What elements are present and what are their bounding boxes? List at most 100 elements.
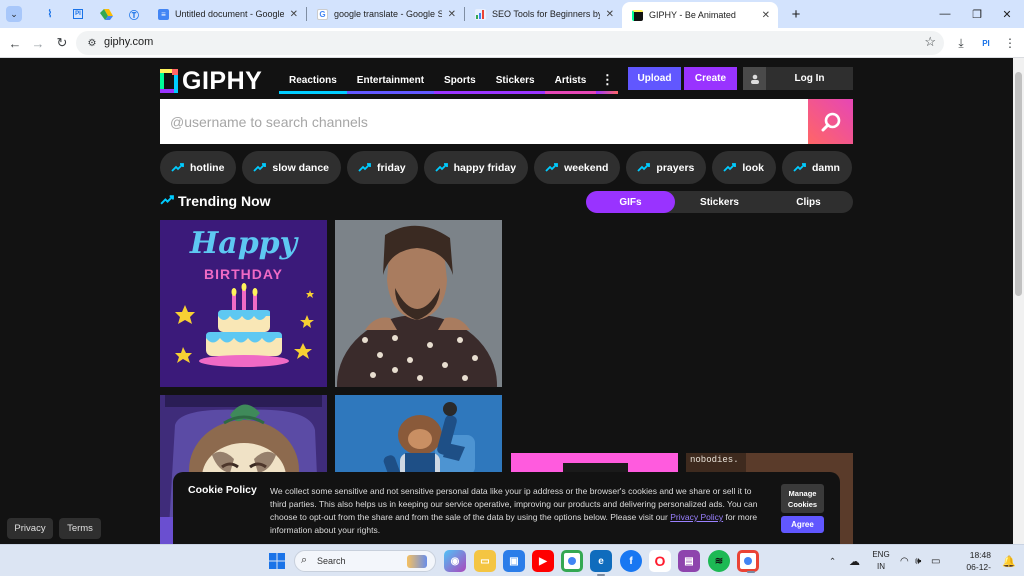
more-menu-icon[interactable]: ⋮ — [596, 69, 619, 94]
close-icon[interactable]: ✕ — [290, 9, 298, 20]
create-button[interactable]: Create — [684, 67, 737, 90]
close-window-icon[interactable]: ✕ — [990, 0, 1024, 28]
gif-caption-happy: Happy — [189, 226, 298, 261]
language-indicator[interactable]: ENG IN — [870, 549, 892, 573]
tag-chip[interactable]: prayers — [626, 151, 707, 184]
trending-arrow-icon — [545, 163, 558, 172]
cloud-icon[interactable]: ☁ — [849, 545, 860, 576]
forward-arrow-icon[interactable]: → — [27, 32, 49, 54]
store-icon[interactable]: ▣ — [503, 550, 525, 572]
tag-chip[interactable]: friday — [347, 151, 418, 184]
tag-chip[interactable]: damn — [781, 151, 852, 184]
trending-arrow-icon — [160, 192, 174, 210]
gif-caption-birthday: BIRTHDAY — [203, 266, 284, 282]
tray-chevron-icon[interactable]: ⌃ — [829, 545, 836, 576]
login-button[interactable]: Log In — [743, 67, 853, 90]
tag-chip[interactable]: hotline — [160, 151, 237, 184]
clock[interactable]: 18:48 06-12-2024 — [951, 549, 991, 576]
pinned-tab-icon[interactable]: PI — [64, 0, 92, 28]
reload-icon[interactable]: ↻ — [51, 32, 73, 54]
toggle-clips[interactable]: Clips — [764, 191, 853, 213]
privacy-policy-link[interactable]: Privacy Policy — [670, 512, 723, 522]
notification-bell-icon[interactable]: 🔔 — [1002, 545, 1016, 576]
agree-button[interactable]: Agree — [781, 516, 824, 533]
tag-chip[interactable]: slow dance — [242, 151, 342, 184]
tab-seo-tools[interactable]: SEO Tools for Beginners by Wix ✕ — [465, 0, 622, 28]
file-explorer-icon[interactable]: ▭ — [474, 550, 496, 572]
giphy-page: GIPHY Reactions Entertainment Sports Sti… — [0, 58, 1013, 544]
tab-docs[interactable]: ≡ Untitled document - Google Docs ✕ — [148, 0, 306, 28]
taskbar-search[interactable]: ⌕ Search — [294, 550, 436, 572]
restore-icon[interactable]: ❐ — [960, 0, 994, 28]
chrome-active-icon[interactable] — [737, 550, 759, 573]
terms-link[interactable]: Terms — [59, 518, 101, 539]
nav-artists[interactable]: Artists — [544, 69, 597, 94]
spotify-icon[interactable]: ≋ — [708, 550, 730, 572]
tab-google-search[interactable]: G google translate - Google Search ✕ — [307, 0, 464, 28]
tag-chip[interactable]: weekend — [534, 151, 621, 184]
main-nav: Reactions Entertainment Sports Stickers … — [279, 69, 619, 94]
user-icon — [743, 67, 766, 90]
pinned-tab-icon[interactable]: ⌇ — [36, 0, 64, 28]
close-icon[interactable]: ✕ — [448, 9, 456, 20]
trending-arrow-icon — [358, 163, 371, 172]
manage-cookies-button[interactable]: Manage Cookies — [781, 484, 824, 513]
page-scrollbar[interactable] — [1013, 58, 1024, 544]
site-info-icon[interactable]: ⚙ — [84, 35, 100, 51]
tab-giphy[interactable]: GIPHY - Be Animated ✕ — [622, 2, 778, 28]
chrome-icon[interactable] — [561, 550, 583, 572]
edge-icon[interactable]: e — [590, 550, 612, 576]
close-icon[interactable]: ✕ — [762, 10, 770, 21]
tag-chip[interactable]: happy friday — [423, 151, 529, 184]
gif-happy-birthday[interactable]: Happy BIRTHDAY — [160, 220, 327, 387]
windows-start-icon[interactable] — [265, 549, 289, 573]
wifi-icon[interactable]: ◠ — [900, 545, 909, 576]
scrollbar-thumb[interactable] — [1015, 72, 1022, 296]
trending-arrow-icon — [723, 163, 737, 172]
close-icon[interactable]: ✕ — [606, 9, 614, 20]
minimize-icon[interactable]: — — [928, 0, 962, 28]
upload-button[interactable]: Upload — [628, 67, 681, 90]
bookmark-star-icon[interactable]: ☆ — [924, 34, 936, 50]
facebook-icon[interactable]: f — [620, 550, 642, 572]
new-tab-button[interactable]: + — [784, 2, 808, 26]
giphy-logo-mark — [160, 69, 178, 93]
cookie-body: We collect some sensitive and not sensit… — [270, 486, 758, 535]
docs-icon: ≡ — [158, 8, 169, 20]
trending-header: Trending Now — [160, 191, 271, 211]
extension-icon[interactable]: PI — [975, 32, 997, 54]
nav-stickers[interactable]: Stickers — [485, 69, 545, 94]
gif-caption: nobodies. — [690, 455, 739, 465]
nav-reactions[interactable]: Reactions — [279, 69, 347, 94]
nav-entertainment[interactable]: Entertainment — [346, 69, 435, 94]
trending-arrow-icon — [171, 163, 184, 172]
opera-icon[interactable]: O — [649, 550, 671, 572]
tab-search-icon[interactable]: ⌄ — [6, 6, 22, 22]
youtube-icon[interactable]: ▶ — [532, 550, 554, 572]
cookie-banner: Cookie Policy We collect some sensitive … — [173, 472, 840, 544]
address-bar[interactable]: ⚙ giphy.com ☆ — [76, 31, 944, 55]
url-text[interactable]: giphy.com — [104, 36, 153, 48]
tag-chip[interactable]: look — [712, 151, 776, 184]
clipchamp-icon[interactable]: ▤ — [678, 550, 700, 572]
search-button[interactable] — [808, 99, 853, 144]
toggle-stickers[interactable]: Stickers — [675, 191, 764, 213]
nav-sports[interactable]: Sports — [434, 69, 486, 94]
search-input[interactable] — [160, 99, 808, 144]
gif-portrait[interactable] — [335, 220, 502, 387]
download-icon[interactable]: ⤓ — [950, 32, 972, 54]
pinned-tab-icon[interactable]: Ⓣ — [120, 0, 148, 28]
menu-kebab-icon[interactable]: ⋮ — [999, 32, 1021, 54]
chart-icon — [475, 8, 486, 20]
trending-arrow-icon — [253, 163, 267, 172]
pinned-tab-drive-icon[interactable] — [92, 0, 120, 28]
search-icon — [821, 112, 840, 131]
toggle-gifs[interactable]: GIFs — [586, 191, 675, 213]
volume-icon[interactable]: 🕪 — [915, 545, 921, 576]
battery-icon[interactable]: ▭ — [931, 545, 940, 576]
giphy-logo[interactable]: GIPHY — [160, 67, 262, 95]
trending-tags: hotline slow dance friday happy friday w… — [160, 151, 853, 184]
privacy-link[interactable]: Privacy — [7, 518, 53, 539]
back-arrow-icon[interactable]: ← — [4, 32, 26, 54]
copilot-icon[interactable]: ◉ — [444, 550, 466, 572]
